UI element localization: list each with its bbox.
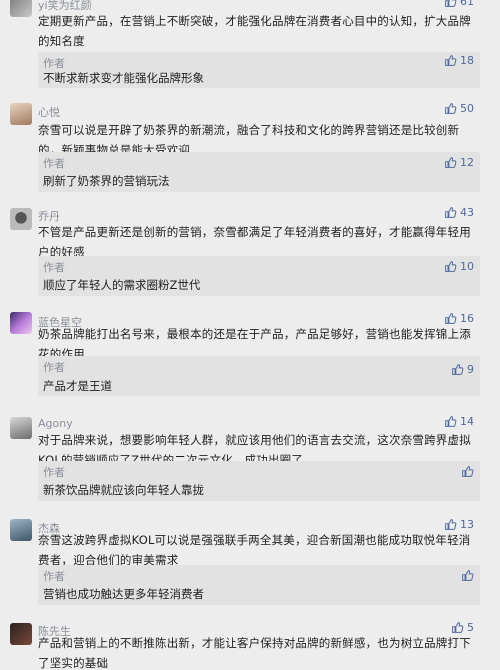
comment-text: 奈雪这波跨界虚拟KOL可以说是强强联手两全其美，迎合新国潮也能成功取悦年轻消 费…	[38, 533, 471, 567]
reply-author: 作者	[43, 570, 65, 583]
like-button[interactable]: 43	[444, 206, 474, 219]
thumbs-up-icon	[462, 570, 474, 581]
author-reply: 作者 产品才是王道 9	[38, 356, 480, 396]
comment-item: 陈先生 5 产品和营销上的不断推陈出新，才能让客户保持对品牌的新鲜感，也为树立品…	[0, 619, 500, 670]
avatar[interactable]	[10, 519, 32, 541]
avatar[interactable]	[10, 0, 32, 17]
comment-text: 定期更新产品，在营销上不断突破，才能强化品牌在消费者心目中的认知，扩大品牌 的知…	[38, 14, 471, 48]
like-button[interactable]: 50	[444, 102, 474, 115]
thumbs-up-icon	[445, 55, 457, 66]
avatar[interactable]	[10, 417, 32, 439]
avatar[interactable]	[10, 312, 32, 334]
thumbs-up-icon	[445, 261, 457, 272]
comment-text: 产品和营销上的不断推陈出新，才能让客户保持对品牌的新鲜感，也为树立品牌打下 了坚…	[38, 636, 471, 670]
reply-author: 作者	[43, 157, 65, 170]
avatar[interactable]	[10, 103, 32, 125]
reply-like-button[interactable]	[461, 569, 474, 582]
reply-text: 营销也成功触达更多年轻消费者	[43, 587, 204, 601]
like-button[interactable]: 61	[444, 0, 474, 8]
thumbs-up-icon	[445, 157, 457, 168]
reply-text: 产品才是王道	[43, 379, 112, 393]
comment-author[interactable]: 心悦	[38, 104, 60, 120]
reply-author: 作者	[43, 57, 65, 70]
thumbs-up-icon	[445, 416, 457, 427]
like-count: 10	[460, 260, 474, 273]
reply-text: 不断求新求变才能强化品牌形象	[43, 71, 204, 85]
like-count: 50	[460, 102, 474, 115]
thumbs-up-icon	[445, 0, 457, 7]
reply-like-button[interactable]: 9	[451, 363, 474, 376]
like-count: 43	[460, 206, 474, 219]
reply-author: 作者	[43, 361, 65, 374]
author-reply: 作者 不断求新求变才能强化品牌形象 18	[38, 52, 480, 88]
thumbs-up-icon	[445, 207, 457, 218]
like-button[interactable]: 14	[444, 415, 474, 428]
thumbs-up-icon	[462, 466, 474, 477]
reply-like-button[interactable]	[461, 465, 474, 478]
like-count: 18	[460, 54, 474, 67]
reply-text: 顺应了年轻人的需求圈粉Z世代	[43, 278, 201, 292]
like-count: 61	[460, 0, 474, 8]
reply-text: 刷新了奶茶界的营销玩法	[43, 174, 170, 188]
like-count: 14	[460, 415, 474, 428]
like-count: 9	[467, 363, 474, 376]
reply-author: 作者	[43, 466, 65, 479]
avatar[interactable]	[10, 208, 32, 230]
reply-like-button[interactable]: 12	[444, 156, 474, 169]
reply-author: 作者	[43, 261, 65, 274]
author-reply: 作者 顺应了年轻人的需求圈粉Z世代 10	[38, 256, 480, 296]
thumbs-up-icon	[452, 364, 464, 375]
reply-text: 新茶饮品牌就应该向年轻人靠拢	[43, 483, 204, 497]
author-reply: 作者 新茶饮品牌就应该向年轻人靠拢	[38, 461, 480, 501]
like-count: 12	[460, 156, 474, 169]
thumbs-up-icon	[445, 103, 457, 114]
reply-like-button[interactable]: 18	[444, 54, 474, 67]
reply-like-button[interactable]: 10	[444, 260, 474, 273]
comment-list: yi笑为红颜 61 定期更新产品，在营销上不断突破，才能强化品牌在消费者心目中的…	[0, 0, 500, 670]
author-reply: 作者 营销也成功触达更多年轻消费者	[38, 565, 480, 605]
author-reply: 作者 刷新了奶茶界的营销玩法 12	[38, 152, 480, 192]
comment-author[interactable]: Agony	[38, 417, 73, 430]
avatar[interactable]	[10, 623, 32, 645]
